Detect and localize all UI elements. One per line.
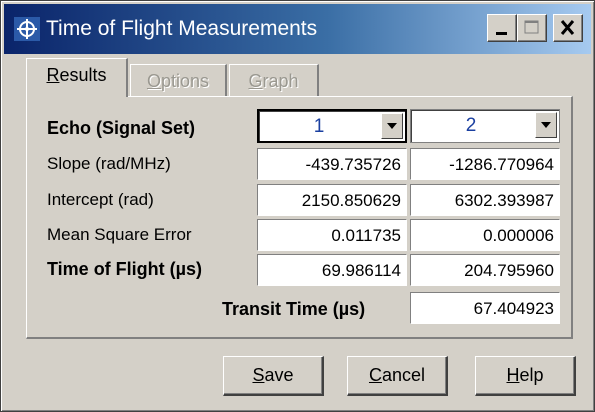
help-button[interactable]: Help [475, 356, 576, 396]
echo-2-value: 2 [465, 115, 477, 136]
transit-time-label: Transit Time (µs) [222, 299, 366, 319]
tof-label: Time of Flight (µs) [47, 259, 203, 279]
echo-label: Echo (Signal Set) [47, 118, 196, 138]
close-icon [560, 20, 575, 35]
slope-value-2: -1286.770964 [410, 148, 560, 180]
minimize-button[interactable] [487, 14, 517, 42]
maximize-icon [524, 20, 539, 34]
mse-value-2: 0.000006 [410, 219, 560, 251]
window-title: Time of Flight Measurements [46, 17, 318, 40]
save-button[interactable]: Save [223, 356, 324, 396]
intercept-value-2: 6302.393987 [410, 184, 560, 216]
echo-2-select[interactable]: 2 [410, 109, 560, 143]
ship-wheel-icon[interactable] [14, 17, 40, 41]
echo-1-select[interactable]: 1 [257, 109, 407, 143]
minimize-icon [496, 32, 507, 35]
cancel-button[interactable]: Cancel [347, 356, 448, 396]
tof-value-1: 69.986114 [257, 254, 407, 286]
dialog-window: Time of Flight Measurements Results Opti… [0, 0, 595, 412]
tof-value-2: 204.795960 [410, 254, 560, 286]
intercept-label: Intercept (rad) [47, 190, 154, 209]
mse-label: Mean Square Error [47, 225, 192, 244]
maximize-button[interactable] [517, 14, 547, 42]
slope-label: Slope (rad/MHz) [47, 154, 171, 173]
intercept-value-1: 2150.850629 [257, 184, 407, 216]
tab-graph[interactable]: Graph [229, 64, 319, 96]
title-bar[interactable]: Time of Flight Measurements [4, 4, 591, 54]
mse-value-1: 0.011735 [257, 219, 407, 251]
chevron-down-icon[interactable] [381, 113, 403, 139]
echo-1-value: 1 [313, 116, 325, 137]
chevron-down-icon[interactable] [535, 112, 557, 138]
transit-time-value: 67.404923 [410, 292, 560, 324]
slope-value-1: -439.735726 [257, 148, 407, 180]
close-button[interactable] [553, 14, 583, 42]
tab-options[interactable]: Options [130, 64, 227, 96]
tab-results[interactable]: Results [26, 58, 128, 97]
